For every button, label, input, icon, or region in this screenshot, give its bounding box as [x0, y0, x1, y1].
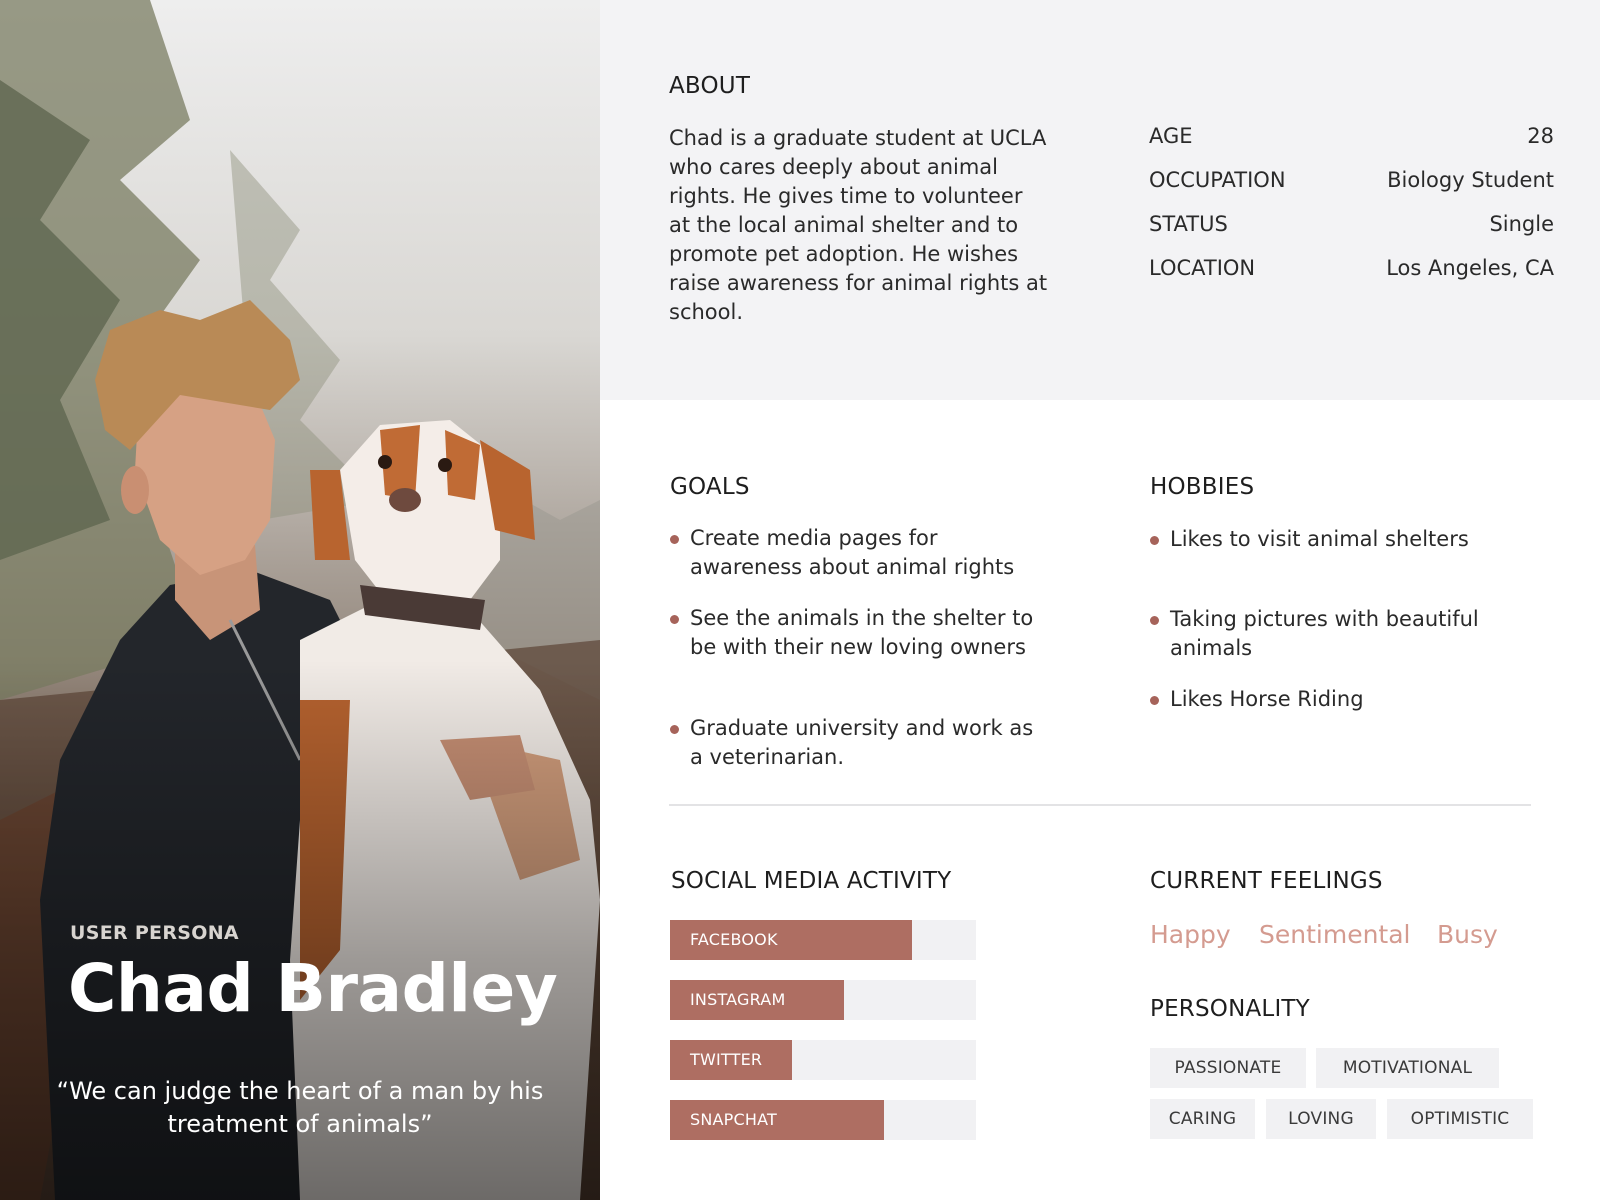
hobbies-heading: HOBBIES [1150, 474, 1255, 500]
social-bars: FACEBOOK INSTAGRAM TWITTER SNAPCHAT [670, 920, 976, 1160]
demographic-label: OCCUPATION [1149, 168, 1286, 192]
goals-heading: GOALS [670, 474, 750, 500]
personality-tag-caring: CARING [1150, 1099, 1255, 1139]
feeling-happy: Happy [1150, 920, 1231, 949]
personality-tag-motivational: MOTIVATIONAL [1316, 1048, 1499, 1088]
social-bar-label: FACEBOOK [690, 930, 778, 949]
social-bar-label: TWITTER [690, 1050, 763, 1069]
hobby-item: Taking pictures with beautiful animals [1150, 605, 1550, 663]
demographic-label: AGE [1149, 124, 1193, 148]
about-heading: ABOUT [669, 73, 751, 99]
demographic-value: 28 [1527, 124, 1554, 148]
persona-photo-panel: USER PERSONA Chad Bradley “We can judge … [0, 0, 600, 1200]
goals-list: Create media pages for awareness about a… [670, 524, 1050, 772]
personality-tag-passionate: PASSIONATE [1150, 1048, 1306, 1088]
demographic-row-age: AGE 28 [1149, 124, 1554, 168]
demographic-label: LOCATION [1149, 256, 1256, 280]
feelings-heading: CURRENT FEELINGS [1150, 868, 1383, 894]
social-heading: SOCIAL MEDIA ACTIVITY [671, 868, 952, 894]
demographic-label: STATUS [1149, 212, 1228, 236]
social-bar-snapchat: SNAPCHAT [670, 1100, 976, 1140]
persona-kicker: USER PERSONA [70, 922, 239, 944]
goal-item: Create media pages for awareness about a… [670, 524, 1050, 582]
hobby-item: Likes Horse Riding [1150, 685, 1550, 714]
feeling-busy: Busy [1437, 920, 1498, 949]
about-section: ABOUT Chad is a graduate student at UCLA… [600, 0, 1600, 400]
social-bar-instagram: INSTAGRAM [670, 980, 976, 1020]
demographic-row-occupation: OCCUPATION Biology Student [1149, 168, 1554, 212]
social-bar-label: SNAPCHAT [690, 1110, 777, 1129]
demographics-table: AGE 28 OCCUPATION Biology Student STATUS… [1149, 124, 1554, 300]
about-text: Chad is a graduate student at UCLA who c… [669, 126, 1048, 324]
demographic-row-status: STATUS Single [1149, 212, 1554, 256]
social-bar-facebook: FACEBOOK [670, 920, 976, 960]
persona-quote: “We can judge the heart of a man by his … [56, 1077, 544, 1138]
goal-item: Graduate university and work as a veteri… [670, 714, 1050, 772]
section-divider [669, 804, 1531, 806]
hobbies-list: Likes to visit animal shelters Taking pi… [1150, 525, 1550, 714]
personality-heading: PERSONALITY [1150, 996, 1310, 1022]
goal-item: See the animals in the shelter to be wit… [670, 604, 1050, 662]
personality-tag-loving: LOVING [1266, 1099, 1376, 1139]
feeling-sentimental: Sentimental [1259, 920, 1411, 949]
demographic-value: Single [1489, 212, 1554, 236]
social-bar-twitter: TWITTER [670, 1040, 976, 1080]
personality-tag-optimistic: OPTIMISTIC [1387, 1099, 1533, 1139]
demographic-value: Biology Student [1387, 168, 1554, 192]
persona-name: Chad Bradley [68, 950, 558, 1027]
social-bar-label: INSTAGRAM [690, 990, 786, 1009]
demographic-row-location: LOCATION Los Angeles, CA [1149, 256, 1554, 300]
hobby-item: Likes to visit animal shelters [1150, 525, 1550, 554]
demographic-value: Los Angeles, CA [1386, 256, 1554, 280]
